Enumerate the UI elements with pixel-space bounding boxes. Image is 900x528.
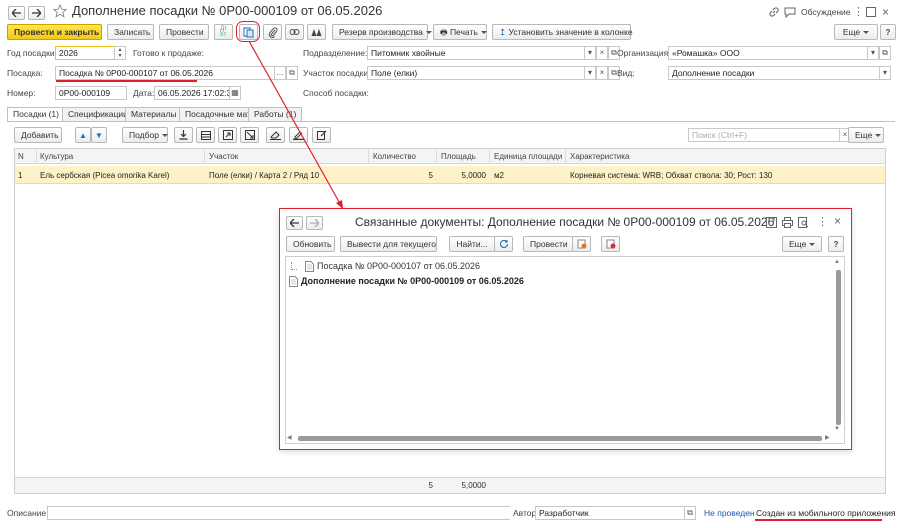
popup-post-icon-button[interactable]: [572, 236, 591, 252]
post-document-icon: [577, 239, 586, 249]
popup-save-icon[interactable]: [766, 217, 777, 228]
author-open[interactable]: ⧉: [684, 506, 696, 520]
popup-scroll-right-icon[interactable]: ▶: [825, 434, 830, 441]
popup-vertical-scrollbar[interactable]: [836, 270, 841, 425]
arrow-left-icon: [290, 219, 299, 227]
popup-find-refresh-button[interactable]: [494, 236, 513, 252]
popup-more-button[interactable]: Еще: [782, 236, 822, 252]
created-from-label: Создан из мобильного приложения: [756, 508, 896, 518]
popup-forward-button[interactable]: [306, 216, 323, 230]
arrow-right-icon: [310, 219, 319, 227]
tree-item[interactable]: Посадка № 0Р00-000107 от 06.05.2026: [317, 260, 480, 273]
popup-scroll-left-icon[interactable]: ◀: [287, 434, 292, 441]
popup-horizontal-scrollbar[interactable]: [298, 436, 822, 441]
popup-scroll-up-icon[interactable]: ▲: [834, 259, 840, 265]
chevron-down-icon: [809, 243, 816, 247]
popup-scroll-down-icon[interactable]: ▼: [834, 426, 840, 432]
tree-connector: [291, 262, 297, 270]
popup-back-button[interactable]: [286, 216, 303, 230]
popup-show-current-button[interactable]: Вывести для текущего: [340, 236, 437, 252]
author-field[interactable]: Разработчик: [535, 506, 685, 520]
created-from-underline: [755, 519, 882, 521]
post-status-link[interactable]: Не проведен: [704, 506, 755, 520]
popup-close-icon[interactable]: ×: [834, 214, 841, 228]
popup-refresh-button[interactable]: Обновить: [286, 236, 335, 252]
popup-title: Связанные документы: Дополнение посадки …: [355, 215, 775, 229]
popup-find-button[interactable]: Найти...: [449, 236, 495, 252]
popup-more-label: Еще: [789, 239, 807, 249]
document-icon: [289, 276, 298, 287]
popup-help-button[interactable]: ?: [828, 236, 844, 252]
popup-print-icon[interactable]: [782, 217, 793, 228]
document-icon: [305, 261, 314, 272]
unpost-document-icon: [606, 239, 615, 249]
popup-menu-icon[interactable]: ⋮: [817, 215, 828, 229]
popup-unpost-button[interactable]: [601, 236, 620, 252]
tree-item-current[interactable]: Дополнение посадки № 0Р00-000109 от 06.0…: [301, 275, 524, 288]
popup-preview-icon[interactable]: [798, 217, 809, 228]
popup-post-button[interactable]: Провести: [523, 236, 573, 252]
description-label: Описание:: [7, 508, 49, 518]
refresh-icon: [499, 239, 508, 248]
